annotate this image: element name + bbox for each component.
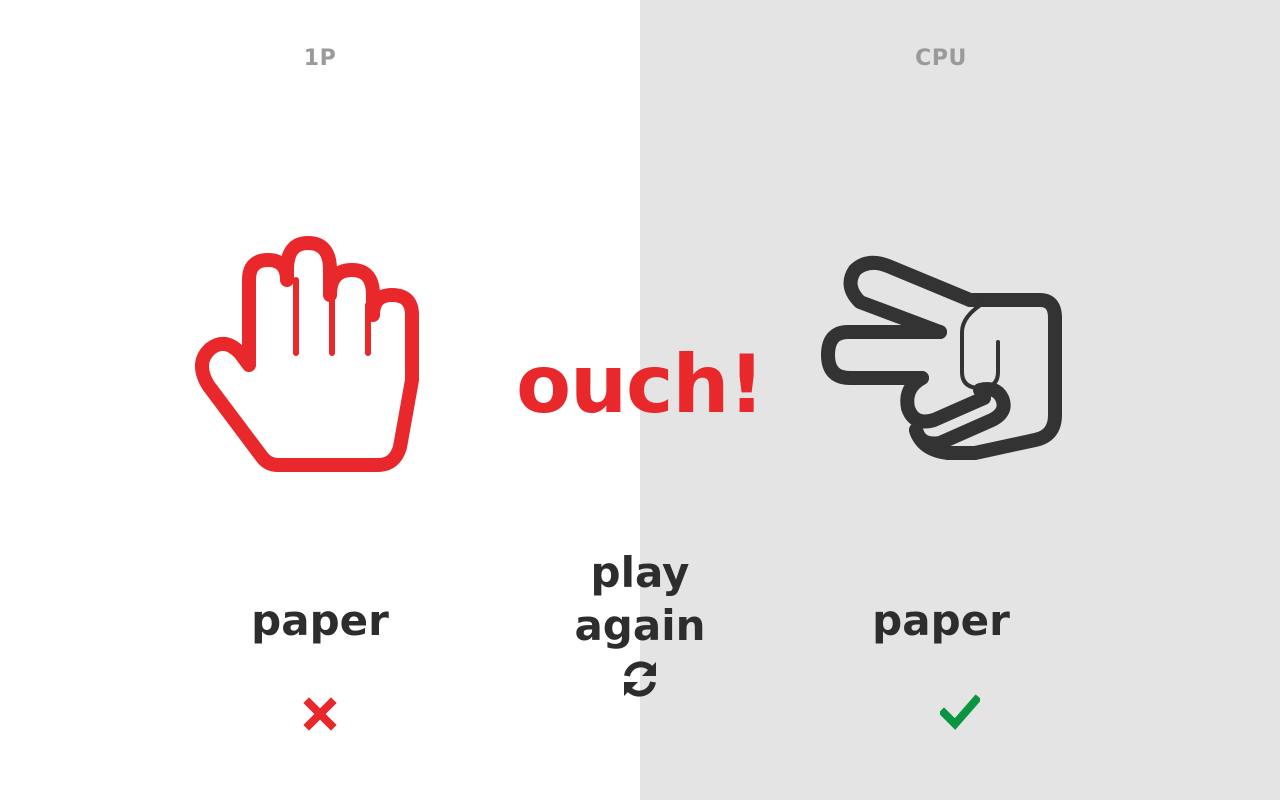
refresh-icon [624, 661, 656, 697]
result-message: ouch! [516, 338, 765, 431]
play-again-label-line1: play [590, 548, 690, 597]
check-icon [940, 694, 980, 730]
scissors-hand-icon [821, 255, 1062, 460]
cpu-choice-label: paper [872, 596, 1010, 645]
player-label: 1P [303, 46, 337, 71]
play-again-button[interactable]: play again [560, 546, 720, 700]
paper-hand-icon [195, 236, 419, 472]
play-again-label-line2: again [574, 601, 706, 650]
cross-icon [303, 697, 337, 731]
player-choice-label: paper [251, 596, 389, 645]
cpu-label: CPU [915, 46, 967, 71]
